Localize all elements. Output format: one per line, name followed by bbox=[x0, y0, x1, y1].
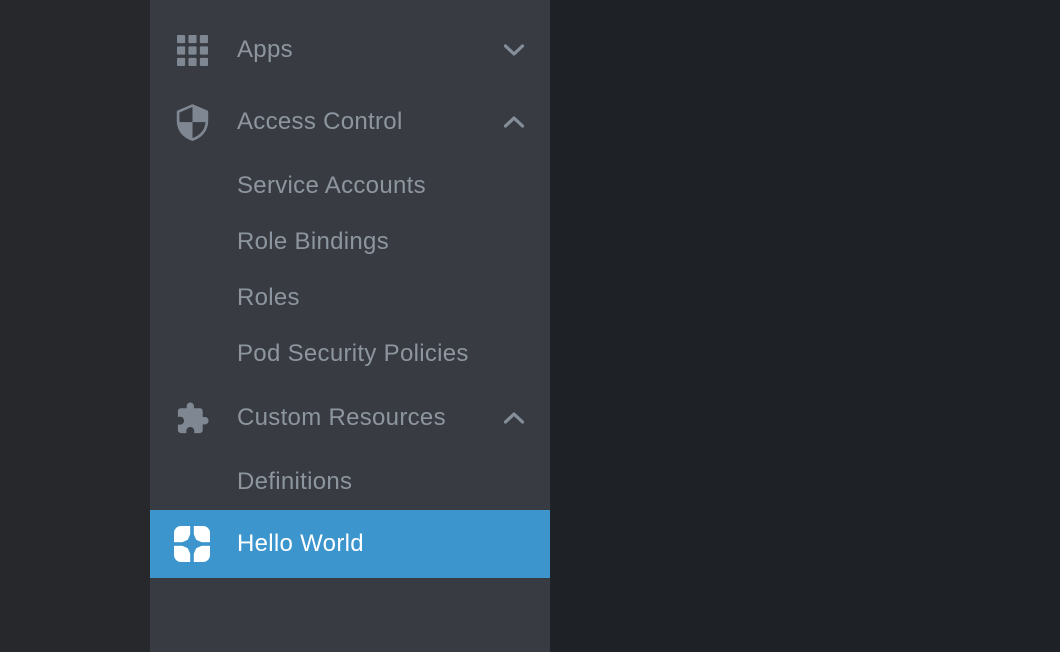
sidebar-item-label: Service Accounts bbox=[237, 172, 426, 200]
sidebar-item-label: Role Bindings bbox=[237, 228, 389, 256]
sidebar-item-roles[interactable]: Roles bbox=[150, 270, 550, 326]
sidebar-group-label: Apps bbox=[237, 36, 503, 64]
sidebar-item-definitions[interactable]: Definitions bbox=[150, 454, 550, 510]
sidebar-group-label: Access Control bbox=[237, 108, 503, 136]
sidebar-group-apps[interactable]: Apps bbox=[150, 14, 550, 86]
shield-icon bbox=[175, 104, 210, 141]
sidebar-item-label: Definitions bbox=[237, 468, 352, 496]
page-background-left bbox=[0, 0, 150, 652]
sidebar-item-service-accounts[interactable]: Service Accounts bbox=[150, 158, 550, 214]
hello-world-star-icon bbox=[174, 526, 210, 562]
sidebar-group-access-control[interactable]: Access Control bbox=[150, 86, 550, 158]
sidebar-group-custom-resources[interactable]: Custom Resources bbox=[150, 382, 550, 454]
sidebar-item-label: Roles bbox=[237, 284, 300, 312]
app-window: Apps bbox=[0, 0, 1060, 652]
sidebar-group-label: Custom Resources bbox=[237, 404, 503, 432]
sidebar-item-role-bindings[interactable]: Role Bindings bbox=[150, 214, 550, 270]
chevron-up-icon bbox=[503, 411, 525, 425]
sidebar-item-label: Pod Security Policies bbox=[237, 340, 469, 368]
sidebar-nav: Apps bbox=[150, 0, 550, 652]
sidebar-item-label: Hello World bbox=[237, 530, 364, 558]
sidebar-item-pod-security-policies[interactable]: Pod Security Policies bbox=[150, 326, 550, 382]
apps-grid-icon bbox=[175, 35, 210, 66]
chevron-up-icon bbox=[503, 115, 525, 129]
page-background-right bbox=[550, 0, 1060, 652]
chevron-down-icon bbox=[503, 43, 525, 57]
puzzle-piece-icon bbox=[175, 401, 210, 436]
sidebar-item-hello-world[interactable]: Hello World bbox=[150, 510, 550, 578]
